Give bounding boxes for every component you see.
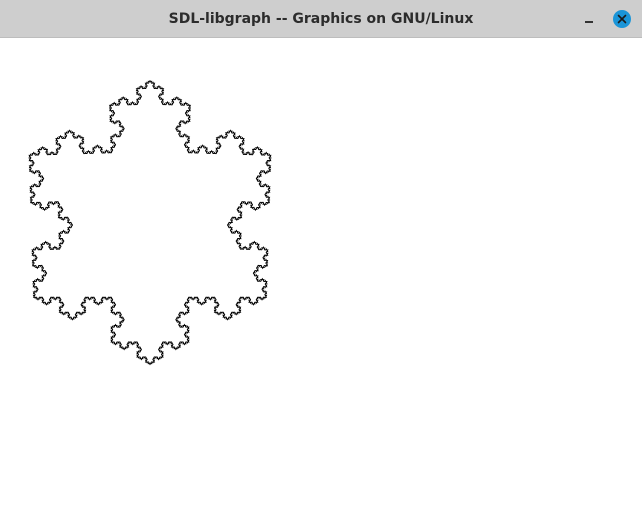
minimize-icon [585, 21, 593, 23]
window-title: SDL-libgraph -- Graphics on GNU/Linux [168, 11, 474, 27]
koch-snowflake-curve [28, 80, 272, 366]
title-bar[interactable]: SDL-libgraph -- Graphics on GNU/Linux [0, 0, 642, 38]
close-button[interactable] [613, 10, 631, 28]
graphics-canvas [0, 38, 642, 519]
minimize-button[interactable] [578, 9, 600, 29]
app-window: SDL-libgraph -- Graphics on GNU/Linux [0, 0, 642, 519]
close-icon [617, 14, 627, 24]
drawing-surface [28, 80, 272, 366]
